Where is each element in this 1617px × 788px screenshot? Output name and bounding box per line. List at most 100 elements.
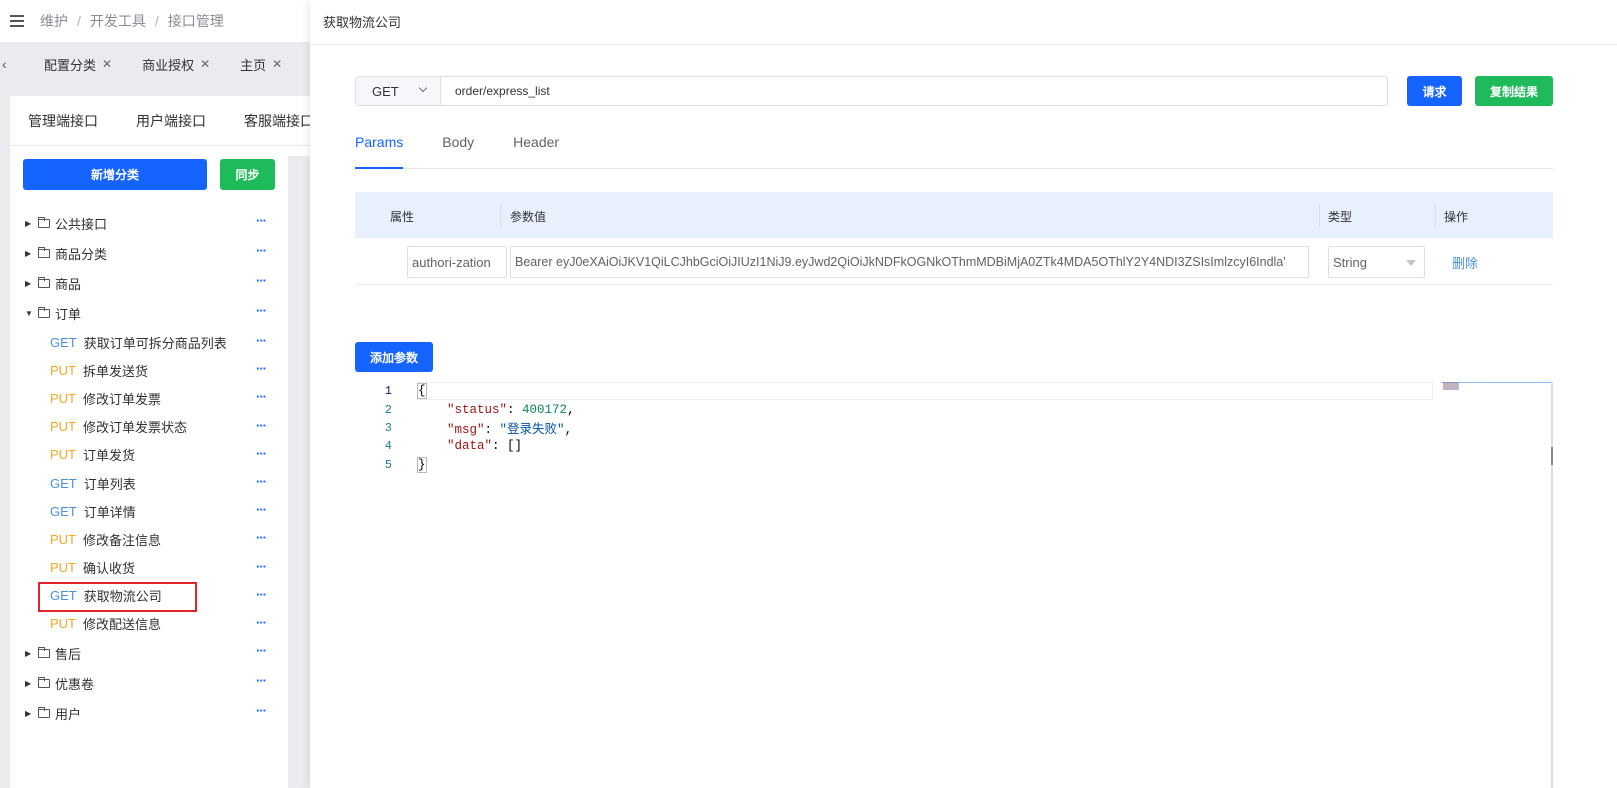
- more-icon[interactable]: ···: [256, 419, 267, 432]
- leaf-label: 修改订单发票: [83, 391, 162, 407]
- api-detail-drawer: 获取物流公司 GET 请求 复制结果 Params Body Header 属性…: [310, 0, 1617, 788]
- more-icon[interactable]: ···: [256, 274, 267, 287]
- editor-scrollbar[interactable]: [1551, 382, 1553, 788]
- json-number: 400172: [522, 402, 568, 417]
- tree-folder[interactable]: ▶ 售后 ···: [10, 638, 288, 668]
- url-input[interactable]: [441, 77, 1387, 105]
- caret-right-icon[interactable]: ▶: [25, 679, 35, 688]
- json-array: []: [507, 439, 523, 454]
- json-string: "登录失败": [499, 423, 565, 438]
- more-icon[interactable]: ···: [256, 475, 267, 488]
- leaf-label: 拆单发送货: [83, 363, 149, 379]
- tree-leaf[interactable]: GET 获取订单可拆分商品列表 ···: [10, 328, 288, 356]
- breadcrumb-separator: /: [154, 13, 159, 29]
- panel-gutter: [288, 156, 310, 788]
- column-header: 属性: [390, 210, 415, 224]
- tab-config-category[interactable]: 配置分类 ✕: [44, 55, 112, 74]
- line-number: 5: [384, 457, 392, 472]
- caret-right-icon[interactable]: ▶: [25, 649, 35, 658]
- sync-button[interactable]: 同步: [220, 159, 275, 190]
- param-type-select[interactable]: String: [1328, 246, 1425, 278]
- chevron-left-icon[interactable]: ‹: [0, 56, 14, 72]
- tree-leaf[interactable]: PUT 订单发货 ···: [10, 441, 288, 469]
- tab-business-auth[interactable]: 商业授权 ✕: [142, 55, 210, 74]
- close-icon[interactable]: ✕: [102, 57, 112, 71]
- more-icon[interactable]: ···: [256, 447, 267, 460]
- tree-folder[interactable]: ▶ 商品 ···: [10, 268, 288, 298]
- leaf-label: 订单发货: [83, 448, 136, 464]
- leaf-label: 获取订单可拆分商品列表: [83, 335, 227, 351]
- more-icon[interactable]: ···: [256, 304, 267, 317]
- tab-service-api[interactable]: 客服端接口: [244, 111, 314, 131]
- caret-down-icon[interactable]: ▼: [25, 309, 35, 318]
- copy-result-button[interactable]: 复制结果: [1475, 76, 1553, 106]
- tree-leaf[interactable]: GET 订单详情 ···: [10, 497, 288, 525]
- param-key-input[interactable]: authori-zation: [407, 246, 507, 278]
- leaf-label: 确认收货: [83, 561, 136, 577]
- close-icon[interactable]: ✕: [200, 57, 210, 71]
- method-select[interactable]: GET: [356, 77, 441, 105]
- delete-param-link[interactable]: 删除: [1452, 253, 1478, 272]
- more-icon[interactable]: ···: [256, 588, 267, 601]
- more-icon[interactable]: ···: [256, 244, 267, 257]
- tab-params[interactable]: Params: [355, 128, 404, 169]
- more-icon[interactable]: ···: [256, 616, 267, 629]
- tab-user-api[interactable]: 用户端接口: [136, 111, 206, 131]
- tree-folder[interactable]: ▼ 订单 ···: [10, 298, 288, 328]
- folder-icon: [38, 216, 50, 228]
- tree-leaf[interactable]: PUT 修改订单发票状态 ···: [10, 413, 288, 441]
- more-icon[interactable]: ···: [256, 704, 267, 717]
- tree-folder[interactable]: ▶ 优惠卷 ···: [10, 668, 288, 698]
- tree-leaf[interactable]: PUT 拆单发送货 ···: [10, 356, 288, 384]
- caret-right-icon[interactable]: ▶: [25, 219, 35, 228]
- tree-folder[interactable]: ▶ 公共接口 ···: [10, 208, 288, 238]
- tree-leaf[interactable]: GET 获取物流公司 ···: [10, 581, 288, 612]
- leaf-label: 订单详情: [83, 504, 136, 520]
- leaf-label: 修改订单发票状态: [83, 420, 188, 436]
- more-icon[interactable]: ···: [256, 390, 267, 403]
- divider: [310, 44, 1617, 45]
- hamburger-menu-icon[interactable]: [10, 15, 24, 27]
- tree-folder[interactable]: ▶ 商品分类 ···: [10, 238, 288, 268]
- more-icon[interactable]: ···: [256, 214, 267, 227]
- editor-minimap[interactable]: [1441, 382, 1551, 788]
- line-number: 3: [384, 420, 392, 435]
- more-icon[interactable]: ···: [256, 503, 267, 516]
- code-line: 4 "data": []: [355, 437, 1553, 455]
- tab-body[interactable]: Body: [442, 128, 474, 168]
- more-icon[interactable]: ···: [256, 674, 267, 687]
- more-icon[interactable]: ···: [256, 334, 267, 347]
- folder-label: 商品: [55, 276, 82, 292]
- folder-label: 优惠卷: [55, 676, 95, 692]
- folder-icon: [38, 306, 50, 318]
- more-icon[interactable]: ···: [256, 644, 267, 657]
- add-param-button[interactable]: 添加参数: [355, 342, 433, 372]
- method-badge: PUT: [50, 531, 76, 547]
- tab-header[interactable]: Header: [513, 128, 559, 168]
- param-value-input[interactable]: Bearer eyJ0eXAiOiJKV1QiLCJhbGciOiJIUzI1N…: [510, 246, 1309, 278]
- folder-label: 公共接口: [55, 216, 108, 232]
- more-icon[interactable]: ···: [256, 531, 267, 544]
- close-icon[interactable]: ✕: [272, 57, 282, 71]
- caret-right-icon[interactable]: ▶: [25, 279, 35, 288]
- more-icon[interactable]: ···: [256, 362, 267, 375]
- breadcrumb-item[interactable]: 维护: [40, 11, 68, 31]
- tab-admin-api[interactable]: 管理端接口: [28, 111, 98, 131]
- method-badge: PUT: [50, 362, 76, 378]
- response-editor[interactable]: 1 { 2 "status": 400172, 3 "msg": "登录失败",…: [355, 382, 1553, 788]
- tree-folder[interactable]: ▶ 用户 ···: [10, 698, 288, 728]
- leaf-label: 修改备注信息: [83, 532, 162, 548]
- request-button[interactable]: 请求: [1407, 76, 1462, 106]
- breadcrumb-item[interactable]: 开发工具: [90, 11, 146, 31]
- tree-leaf[interactable]: PUT 修改备注信息 ···: [10, 525, 288, 553]
- more-icon[interactable]: ···: [256, 560, 267, 573]
- add-category-button[interactable]: 新增分类: [23, 159, 207, 190]
- scrollbar-thumb[interactable]: [1551, 447, 1553, 465]
- tree-leaf[interactable]: GET 订单列表 ···: [10, 469, 288, 497]
- tree-leaf[interactable]: PUT 修改订单发票 ···: [10, 384, 288, 412]
- tab-home[interactable]: 主页 ✕: [240, 55, 282, 74]
- tree-leaf[interactable]: PUT 确认收货 ···: [10, 554, 288, 582]
- caret-right-icon[interactable]: ▶: [25, 249, 35, 258]
- caret-right-icon[interactable]: ▶: [25, 709, 35, 718]
- tree-leaf[interactable]: PUT 修改配送信息 ···: [10, 610, 288, 638]
